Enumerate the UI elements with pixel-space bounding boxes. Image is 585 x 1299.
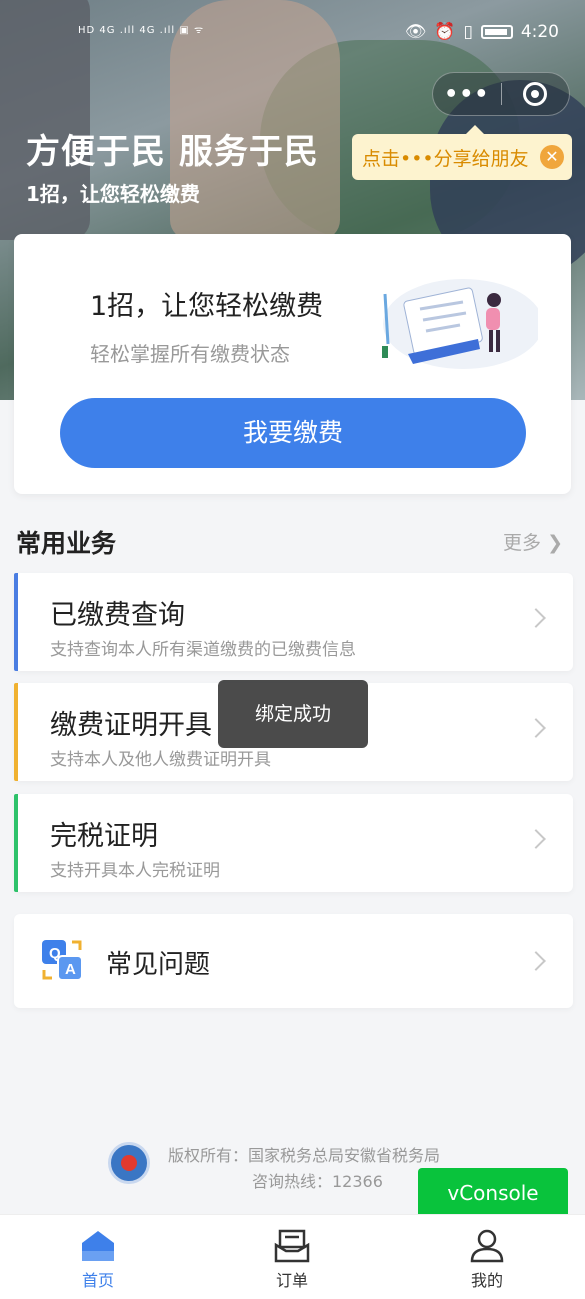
signal-indicators: HD 4G .ıll 4G .ıll ▣ ᯤ [78, 25, 205, 36]
payment-illustration [382, 279, 538, 369]
miniprogram-capsule: ••• [432, 72, 570, 116]
user-icon [470, 1229, 504, 1263]
battery-icon [480, 25, 513, 39]
hero-subtitle: 1招，让您轻松缴费 [26, 182, 200, 206]
service-desc: 支持本人及他人缴费证明开具 [50, 750, 271, 770]
service-item-tax-certificate[interactable]: 完税证明 支持开具本人完税证明 [14, 794, 573, 892]
faq-item[interactable]: Q A 常见问题 [14, 914, 573, 1008]
service-desc: 支持查询本人所有渠道缴费的已缴费信息 [50, 640, 356, 660]
accent-bar [14, 683, 18, 781]
alarm-icon: ⏰ [434, 22, 456, 42]
service-title: 缴费证明开具 [50, 710, 212, 741]
qa-icon: Q A [42, 940, 82, 980]
more-link[interactable]: 更多 ❯ [503, 528, 563, 555]
tab-label: 我的 [470, 1271, 503, 1290]
more-menu-button[interactable]: ••• [433, 82, 501, 107]
pay-card-title: 1招，让您轻松缴费 [90, 291, 324, 322]
toast-message: 绑定成功 [218, 680, 368, 748]
eye-icon: 👁 [404, 22, 427, 42]
more-label: 更多 [503, 532, 542, 554]
chevron-right-icon [526, 718, 546, 738]
accent-bar [14, 794, 18, 892]
share-tip-text: 点击•••分享给朋友 [362, 147, 529, 170]
service-item-paid-query[interactable]: 已缴费查询 支持查询本人所有渠道缴费的已缴费信息 [14, 573, 573, 671]
share-tip-close-icon[interactable]: ✕ [540, 145, 564, 169]
target-icon [523, 82, 548, 106]
accent-bar [14, 573, 18, 671]
chevron-right-icon: ❯ [547, 532, 563, 554]
vibrate-icon: ▯ [463, 22, 473, 42]
tax-bureau-emblem-icon [108, 1142, 150, 1184]
home-icon [82, 1231, 114, 1261]
tab-label: 订单 [275, 1271, 308, 1290]
service-title: 完税证明 [50, 821, 158, 852]
tab-bar: 首页 订单 我的 [0, 1214, 585, 1299]
copyright-text: 版权所有：国家税务总局安徽省税务局 [168, 1146, 441, 1165]
status-bar: HD 4G .ıll 4G .ıll ▣ ᯤ 👁 ⏰ ▯ 4:20 [0, 22, 585, 52]
close-miniprogram-button[interactable] [502, 82, 570, 106]
chevron-right-icon [526, 829, 546, 849]
tab-label: 首页 [81, 1271, 114, 1290]
hero-title: 方便于民 服务于民 [26, 132, 319, 172]
service-title: 已缴费查询 [50, 600, 185, 631]
clock-time: 4:20 [520, 22, 559, 42]
pay-button[interactable]: 我要缴费 [60, 398, 526, 468]
tab-mine[interactable]: 我的 [437, 1229, 537, 1291]
pay-card: 1招，让您轻松缴费 轻松掌握所有缴费状态 我要缴费 [14, 234, 571, 494]
pay-card-desc: 轻松掌握所有缴费状态 [90, 342, 290, 366]
order-icon [274, 1229, 310, 1263]
service-desc: 支持开具本人完税证明 [50, 861, 220, 881]
section-title: 常用业务 [16, 529, 117, 558]
chevron-right-icon [526, 608, 546, 628]
tab-home[interactable]: 首页 [48, 1229, 148, 1291]
share-tip: 点击•••分享给朋友 ✕ [352, 125, 572, 180]
hotline-text: 咨询热线：12366 [252, 1172, 383, 1191]
vconsole-button[interactable]: vConsole [418, 1168, 568, 1218]
faq-title: 常见问题 [106, 950, 211, 980]
chevron-right-icon [526, 951, 546, 971]
tab-orders[interactable]: 订单 [242, 1229, 342, 1291]
status-right: 👁 ⏰ ▯ 4:20 [405, 22, 559, 42]
svg-text:A: A [65, 961, 76, 978]
